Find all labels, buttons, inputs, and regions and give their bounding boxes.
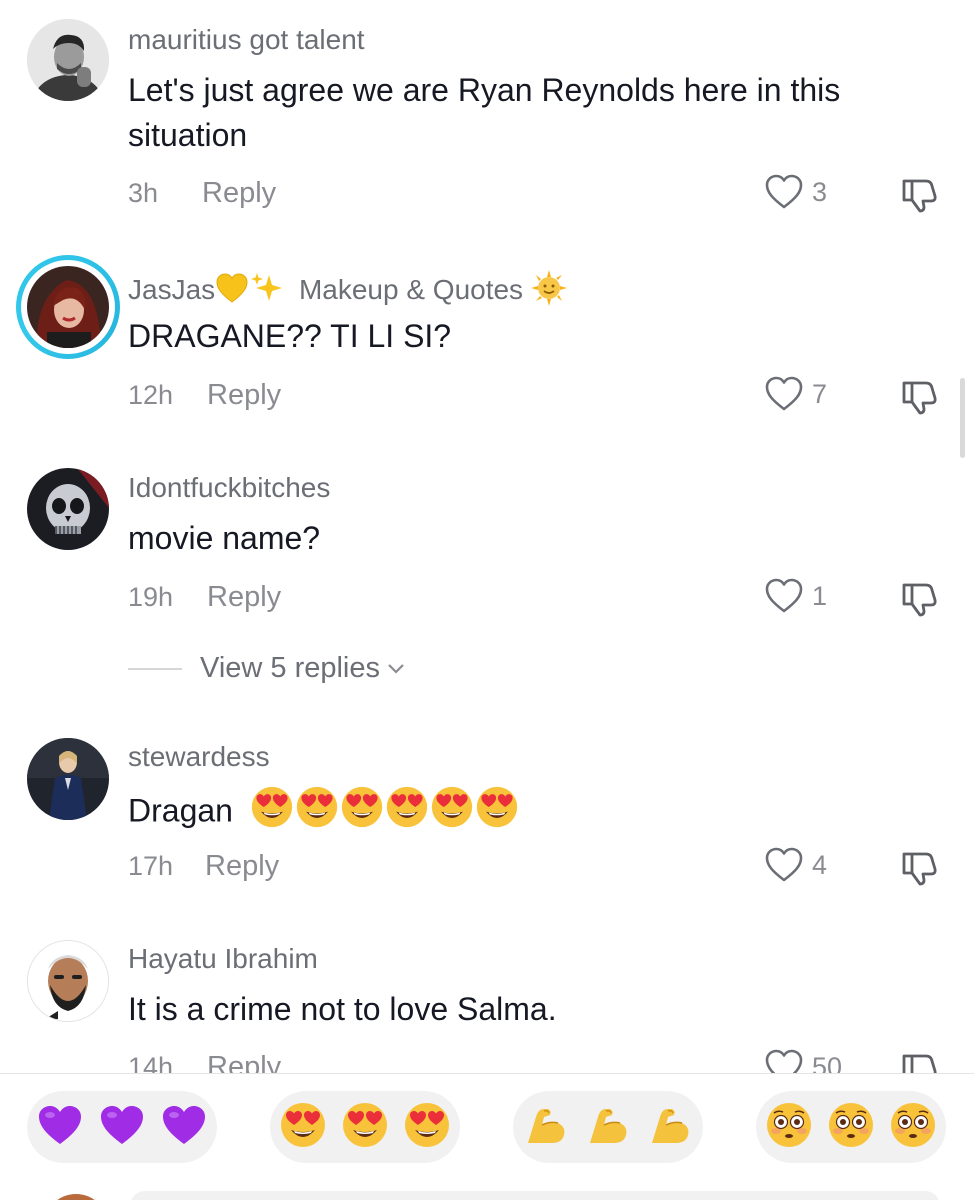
heart-eyes-icon <box>475 785 519 841</box>
yellow-heart-icon <box>215 272 249 311</box>
chevron-down-icon <box>388 663 404 674</box>
flexed-biceps-icon <box>584 1101 632 1154</box>
flexed-biceps-icon <box>646 1101 694 1154</box>
heart-outline-icon <box>765 174 803 209</box>
comment-text: Dragan <box>128 785 928 841</box>
scrollbar[interactable] <box>960 378 965 458</box>
divider-line <box>128 667 182 670</box>
heart-outline-icon <box>765 578 803 613</box>
heart-eyes-emoji-row <box>250 786 520 828</box>
like-count: 1 <box>812 580 828 611</box>
username-suffix: Makeup & Quotes <box>298 273 524 305</box>
thumbs-down-icon <box>902 1054 937 1073</box>
avatar[interactable] <box>27 468 109 550</box>
heart-eyes-icon <box>403 1101 451 1154</box>
thumbs-down-icon <box>902 852 937 886</box>
reply-button[interactable]: Reply <box>202 177 276 210</box>
comment-username[interactable]: Idontfuckbitches <box>128 472 330 504</box>
dislike-button[interactable] <box>900 174 940 219</box>
like-button[interactable]: 50 <box>764 1048 842 1073</box>
comment-text: It is a crime not to love Salma. <box>128 991 557 1027</box>
reply-button[interactable]: Reply <box>207 581 281 614</box>
like-button[interactable]: 3 <box>764 173 827 211</box>
comment-username[interactable]: stewardess <box>128 741 270 773</box>
reply-button[interactable]: Reply <box>207 379 281 412</box>
heart-eyes-icon <box>341 1101 389 1154</box>
like-count: 7 <box>812 378 828 409</box>
thumbs-down-icon <box>902 381 937 415</box>
avatar-story-ring[interactable] <box>16 255 120 359</box>
like-button[interactable]: 1 <box>764 577 827 615</box>
flushed-face-icon <box>889 1101 937 1154</box>
comment-timestamp: 19h <box>128 582 174 612</box>
like-count: 4 <box>812 849 828 880</box>
reply-button[interactable]: Reply <box>207 1051 281 1073</box>
thumbs-down-icon <box>902 583 937 617</box>
heart-eyes-icon <box>340 785 384 841</box>
reaction-pill-flexed-biceps[interactable] <box>513 1091 703 1163</box>
reply-button[interactable]: Reply <box>205 850 279 883</box>
username-primary: JasJas <box>128 273 216 305</box>
like-count: 50 <box>812 1051 843 1074</box>
purple-heart-icon <box>36 1103 84 1152</box>
reaction-pill-heart-eyes[interactable] <box>270 1091 460 1163</box>
heart-eyes-icon <box>385 785 429 841</box>
like-count: 3 <box>812 176 828 207</box>
dislike-button[interactable] <box>900 376 940 421</box>
comment-timestamp: 12h <box>128 380 174 410</box>
heart-eyes-icon <box>295 785 339 841</box>
avatar[interactable] <box>27 19 109 101</box>
comment-list[interactable]: mauritius got talent Let's just agree we… <box>0 0 974 1073</box>
view-replies-label: View 5 replies <box>200 652 381 684</box>
heart-eyes-icon <box>250 785 294 841</box>
comment-text-value: Dragan <box>128 792 233 829</box>
avatar <box>27 266 109 348</box>
purple-heart-icon <box>98 1103 146 1152</box>
comments-screen: mauritius got talent Let's just agree we… <box>0 0 974 1200</box>
sparkles-icon <box>249 271 285 312</box>
comment-text: movie name? <box>128 520 321 556</box>
view-replies-button[interactable]: View 5 replies <box>128 652 406 685</box>
comment-username[interactable]: JasJas Makeup & Quotes <box>128 270 567 313</box>
comment-text: DRAGANE?? TI LI SI? <box>128 318 452 354</box>
heart-eyes-icon <box>430 785 474 841</box>
heart-outline-icon <box>765 376 803 411</box>
avatar[interactable] <box>27 738 109 820</box>
reaction-pill-purple-hearts[interactable] <box>27 1091 217 1163</box>
like-button[interactable]: 7 <box>764 375 827 413</box>
comment-timestamp: 3h <box>128 178 159 208</box>
reaction-pill-flushed-faces[interactable] <box>756 1091 946 1163</box>
purple-heart-icon <box>160 1103 208 1152</box>
comment-timestamp: 17h <box>128 851 174 881</box>
comment-text: Let's just agree we are Ryan Reynolds he… <box>128 72 841 153</box>
avatar[interactable] <box>27 940 109 1022</box>
comment-input[interactable] <box>130 1191 940 1200</box>
dislike-button[interactable] <box>900 578 940 623</box>
thumbs-down-icon <box>902 179 937 213</box>
quick-reaction-bar <box>0 1074 974 1200</box>
current-user-avatar <box>44 1194 108 1200</box>
heart-outline-icon <box>765 847 803 882</box>
sun-face-icon <box>530 270 567 313</box>
like-button[interactable]: 4 <box>764 846 827 884</box>
flexed-biceps-icon <box>522 1101 570 1154</box>
flushed-face-icon <box>765 1101 813 1154</box>
heart-eyes-icon <box>279 1101 327 1154</box>
flushed-face-icon <box>827 1101 875 1154</box>
comment-username[interactable]: mauritius got talent <box>128 24 365 56</box>
dislike-button[interactable] <box>900 1049 940 1073</box>
comment-username[interactable]: Hayatu Ibrahim <box>128 943 318 975</box>
comment-timestamp: 14h <box>128 1052 174 1073</box>
dislike-button[interactable] <box>900 847 940 892</box>
heart-outline-icon <box>765 1049 803 1073</box>
